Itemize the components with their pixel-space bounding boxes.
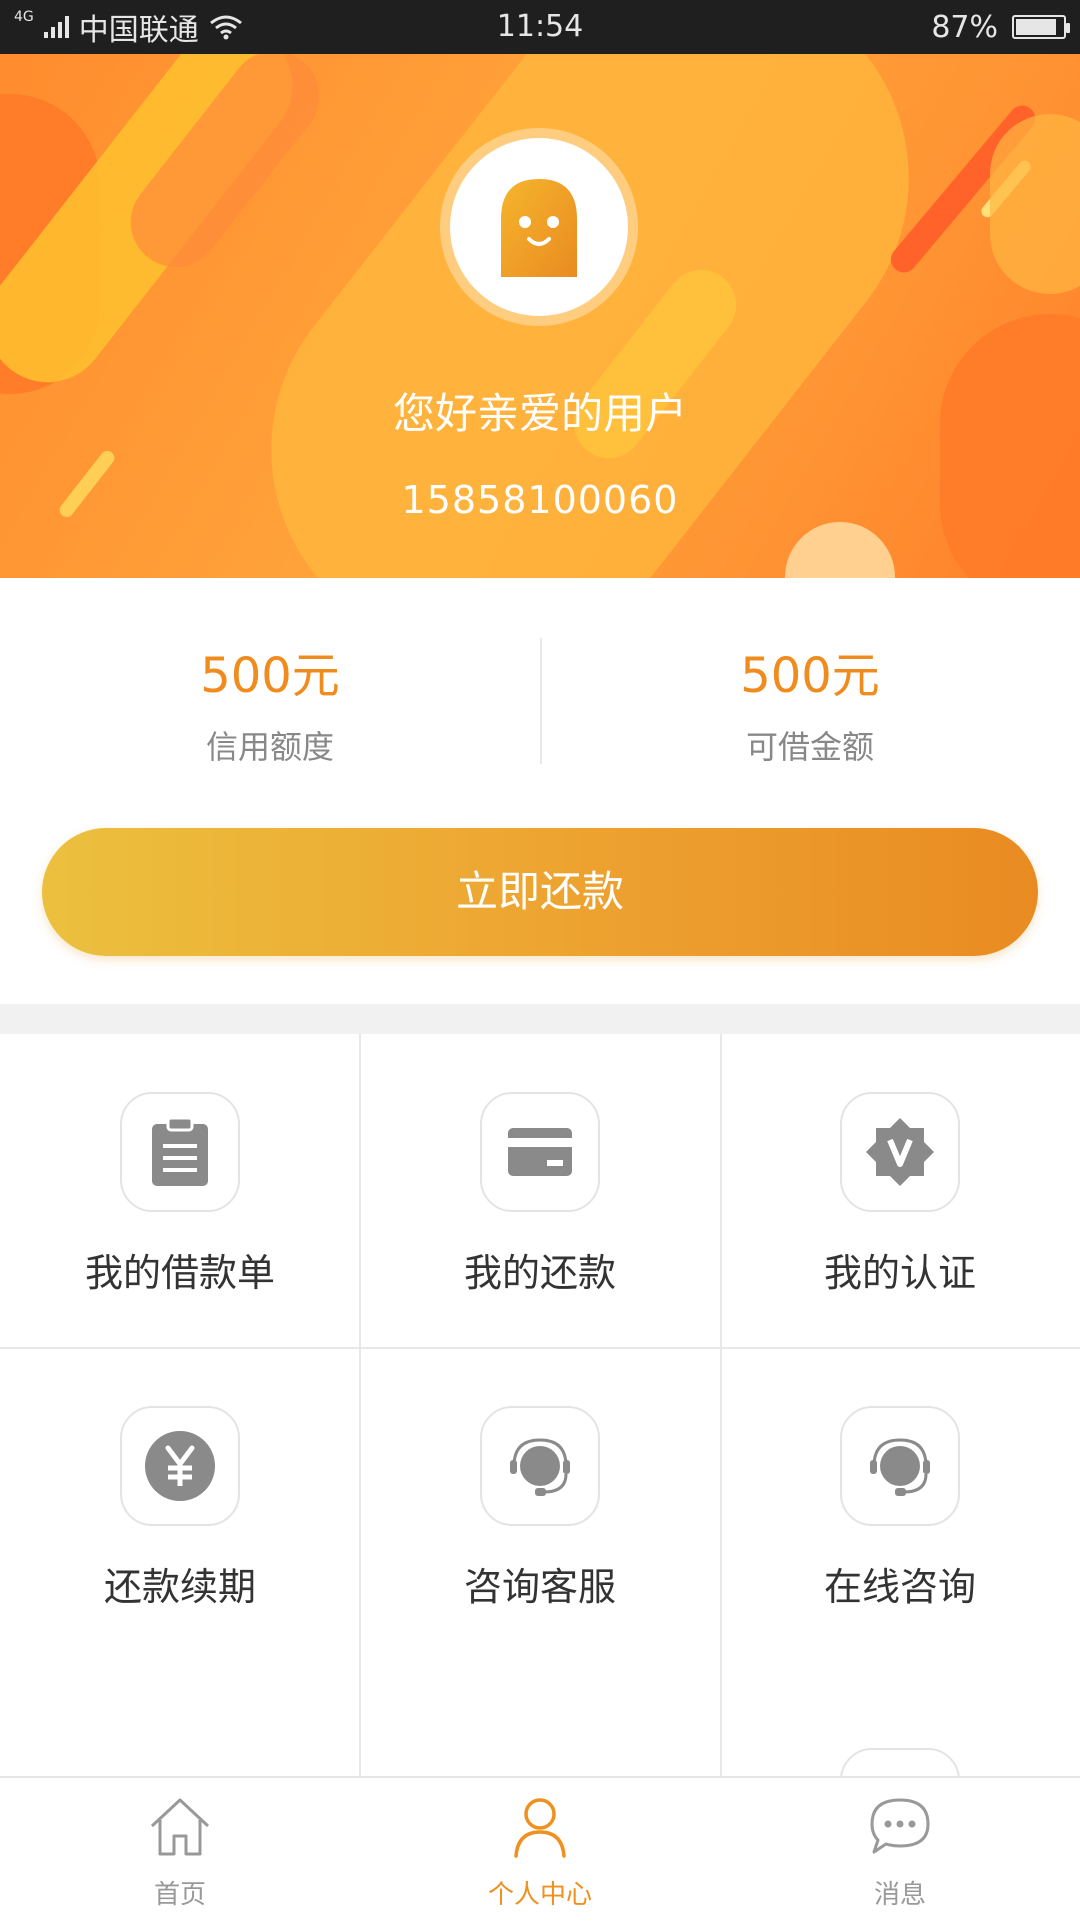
icon-box bbox=[480, 1092, 600, 1212]
profile-header: 您好亲爱的用户 15858100060 bbox=[0, 54, 1080, 578]
icon-box bbox=[840, 1748, 960, 1776]
battery-icon bbox=[1012, 15, 1070, 39]
nav-home-label: 首页 bbox=[153, 1880, 206, 1910]
grid-item-label: 在线咨询 bbox=[823, 1565, 976, 1609]
grid-item-my-repayments[interactable]: 我的还款 bbox=[360, 1034, 720, 1348]
icon-box bbox=[480, 1406, 600, 1526]
icon-box bbox=[120, 1406, 240, 1526]
message-icon bbox=[870, 1798, 930, 1854]
nav-personal-center[interactable]: 个人中心 bbox=[360, 1778, 720, 1922]
available-amount-value: 500元 bbox=[740, 648, 880, 704]
greeting-text: 您好亲爱的用户 bbox=[392, 389, 687, 438]
nav-messages-label: 消息 bbox=[873, 1880, 926, 1910]
status-right: 87% bbox=[931, 0, 1070, 54]
phone-number: 15858100060 bbox=[401, 478, 679, 522]
grid-divider bbox=[720, 1034, 722, 1776]
grid-item-label: 还款续期 bbox=[103, 1565, 256, 1609]
header-decoration bbox=[785, 522, 895, 578]
nav-home[interactable]: 首页 bbox=[0, 1778, 360, 1922]
credit-limit-label: 信用额度 bbox=[205, 728, 334, 766]
grid-item-my-verification[interactable]: 我的认证 bbox=[720, 1034, 1080, 1348]
avatar-ring bbox=[440, 128, 638, 326]
grid-item-customer-service[interactable]: 咨询客服 bbox=[360, 1348, 720, 1662]
headset-icon bbox=[510, 1438, 570, 1496]
grid-item-label: 我的借款单 bbox=[84, 1251, 275, 1295]
nav-messages[interactable]: 消息 bbox=[720, 1778, 1080, 1922]
available-amount-label: 可借金额 bbox=[745, 728, 874, 766]
header-decoration bbox=[990, 114, 1080, 294]
clock: 11:54 bbox=[496, 9, 584, 44]
bottom-navigation: 首页 个人中心 消息 bbox=[0, 1776, 1080, 1920]
avatar[interactable] bbox=[450, 138, 628, 316]
battery-percent: 87% bbox=[931, 9, 998, 45]
credit-limit: 500元 信用额度 bbox=[0, 648, 540, 768]
icon-box bbox=[840, 1406, 960, 1526]
grid-item-label: 我的认证 bbox=[823, 1251, 976, 1295]
available-amount: 500元 可借金额 bbox=[540, 648, 1080, 768]
icon-box bbox=[120, 1092, 240, 1212]
home-icon bbox=[150, 1798, 210, 1856]
grid-item-partial[interactable] bbox=[720, 1662, 1080, 1776]
card-icon bbox=[508, 1128, 572, 1176]
grid-item-online-consult[interactable]: 在线咨询 bbox=[720, 1348, 1080, 1662]
credit-limit-value: 500元 bbox=[200, 648, 340, 704]
status-bar: 4G 中国联通 11:54 87% bbox=[0, 0, 1080, 54]
clipboard-icon bbox=[152, 1116, 208, 1186]
headset-icon bbox=[870, 1438, 930, 1496]
grid-divider bbox=[359, 1034, 361, 1776]
grid-item-repayment-extension[interactable]: 还款续期 bbox=[0, 1348, 360, 1662]
grid-item-label: 咨询客服 bbox=[463, 1565, 616, 1609]
person-icon bbox=[514, 1798, 566, 1858]
repay-now-button[interactable]: 立即还款 bbox=[42, 828, 1038, 956]
mascot-avatar-icon bbox=[501, 179, 577, 277]
icon-box bbox=[840, 1092, 960, 1212]
grid-divider bbox=[0, 1347, 1080, 1349]
nav-personal-center-label: 个人中心 bbox=[487, 1880, 592, 1910]
section-separator bbox=[0, 1004, 1080, 1034]
header-decoration bbox=[940, 314, 1080, 578]
yen-icon bbox=[145, 1431, 215, 1501]
grid-item-my-loans[interactable]: 我的借款单 bbox=[0, 1034, 360, 1348]
verified-badge-icon bbox=[866, 1118, 934, 1186]
amount-summary: 500元 信用额度 500元 可借金额 bbox=[0, 578, 1080, 806]
function-grid: 我的借款单 我的还款 我的认证 还款续期 咨询客服 在线咨询 bbox=[0, 1034, 1080, 1776]
grid-item-label: 我的还款 bbox=[463, 1251, 616, 1295]
